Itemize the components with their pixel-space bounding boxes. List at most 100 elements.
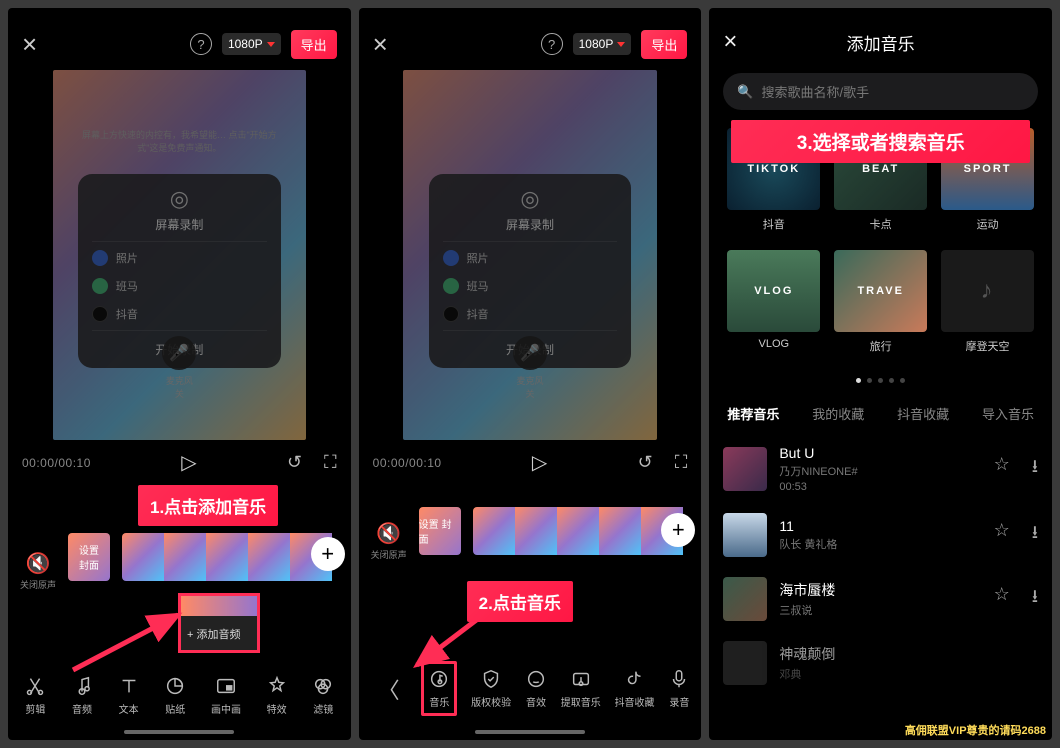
sheet-title: 屏幕录制 (92, 216, 267, 233)
song-row[interactable]: 11 队长 黄礼格 ☆⭳ (723, 503, 1038, 567)
set-cover-chip[interactable]: 设置 封面 (68, 533, 110, 581)
screenshot-step-2: × ? 1080P 导出 ◎ 屏幕录制 照片 班马 抖音 开始录制 🎤 麦克风 … (359, 8, 702, 740)
export-button[interactable]: 导出 (291, 30, 337, 59)
watermark-text: 高佣联盟VIP尊贵的请码2688 (905, 722, 1046, 738)
download-icon[interactable]: ⭳ (1032, 520, 1038, 550)
editor-topbar: × ? 1080P 导出 (359, 8, 702, 70)
tool-audio[interactable]: 音频 (71, 675, 93, 716)
mic-icon[interactable]: 🎤 (162, 336, 196, 370)
help-icon[interactable]: ? (190, 33, 212, 55)
song-artist: 乃万NINEONE# (779, 463, 981, 479)
editor-topbar: × ? 1080P 导出 (8, 8, 351, 70)
close-icon[interactable]: × (723, 28, 737, 56)
tool-copyright[interactable]: 版权校验 (471, 668, 511, 709)
search-input[interactable]: 🔍 搜索歌曲名称/歌手 (723, 73, 1038, 110)
set-cover-chip[interactable]: 设置 封面 (419, 507, 461, 555)
undo-icon[interactable]: ↺ (287, 452, 302, 473)
carousel-dots[interactable] (709, 362, 1052, 392)
video-preview: 屏幕上方快速的内控有，我希望能… 点击"开始方式"这是免费声通知。 ◎ 屏幕录制… (53, 70, 307, 440)
sheet-row-bema[interactable]: 班马 (92, 272, 267, 300)
tab-recommended[interactable]: 推荐音乐 (727, 404, 779, 423)
mic-label: 麦克风 关 (53, 374, 307, 400)
add-clip-button[interactable]: + (311, 537, 345, 571)
close-icon[interactable]: × (373, 29, 388, 60)
callout-step-1: 1.点击添加音乐 (138, 485, 278, 526)
play-icon[interactable]: ▷ (181, 450, 196, 475)
fullscreen-icon[interactable]: ⛶ (675, 452, 688, 473)
song-cover (723, 641, 767, 685)
song-name: 神魂颠倒 (779, 644, 1038, 664)
favorite-icon[interactable]: ☆ (994, 520, 1010, 550)
screenshot-step-1: × ? 1080P 导出 屏幕上方快速的内控有，我希望能… 点击"开始方式"这是… (8, 8, 351, 740)
favorite-icon[interactable]: ☆ (994, 454, 1010, 484)
download-icon[interactable]: ⭳ (1032, 454, 1038, 484)
song-cover (723, 447, 767, 491)
sheet-row-douyin[interactable]: 抖音 (443, 300, 618, 328)
page-title: 添加音乐 (847, 30, 915, 55)
sheet-row-bema[interactable]: 班马 (443, 272, 618, 300)
tool-extract[interactable]: 提取音乐 (561, 668, 601, 709)
category-card-vlog[interactable]: VLOGVLOG (727, 250, 820, 354)
song-artist: 队长 黄礼格 (779, 536, 981, 552)
song-duration: 00:53 (779, 481, 981, 493)
home-indicator (124, 730, 234, 734)
search-icon: 🔍 (737, 84, 753, 100)
mute-original-audio[interactable]: 🔇关闭原声 (371, 521, 407, 561)
tool-sfx[interactable]: 音效 (525, 668, 547, 709)
sheet-row-douyin[interactable]: 抖音 (92, 300, 267, 328)
tool-text[interactable]: 文本 (118, 675, 140, 716)
back-icon[interactable]: 〈 (370, 673, 408, 705)
mute-original-audio[interactable]: 🔇关闭原声 (20, 551, 56, 591)
song-row[interactable]: 海市蜃楼 三叔说 ☆ ⭳ (723, 567, 1038, 631)
category-card-modern-sky[interactable]: ♪摩登天空 (941, 250, 1034, 354)
close-icon[interactable]: × (22, 29, 37, 60)
broadcast-icon: ◎ (443, 186, 618, 212)
callout-step-3: 3.选择或者搜索音乐 (731, 120, 1030, 163)
time-display: 00:00/00:10 (22, 456, 91, 470)
category-card-travel[interactable]: TRAVE旅行 (834, 250, 927, 354)
broadcast-icon: ◎ (92, 186, 267, 212)
undo-icon[interactable]: ↺ (638, 452, 653, 473)
song-row[interactable]: 神魂颠倒 邓典 (723, 631, 1038, 695)
tool-fx[interactable]: 特效 (266, 675, 288, 716)
tool-filter[interactable]: 滤镜 (312, 675, 334, 716)
music-tabs: 推荐音乐 我的收藏 抖音收藏 导入音乐 (709, 392, 1052, 431)
search-placeholder: 搜索歌曲名称/歌手 (762, 82, 870, 101)
favorite-icon[interactable]: ☆ (994, 584, 1010, 614)
song-name: But U (779, 445, 981, 461)
tool-pip[interactable]: 画中画 (211, 675, 241, 716)
tool-sticker[interactable]: 贴纸 (164, 675, 186, 716)
play-icon[interactable]: ▷ (532, 450, 547, 475)
preview-hint-text: 屏幕上方快速的内控有，我希望能… 点击"开始方式"这是免费声通知。 (78, 129, 281, 154)
fullscreen-icon[interactable]: ⛶ (324, 452, 337, 473)
playback-bar: 00:00/00:10 ▷ ↺ ⛶ (8, 440, 351, 485)
sheet-title: 屏幕录制 (443, 216, 618, 233)
song-artist: 邓典 (779, 666, 1038, 682)
video-preview: ◎ 屏幕录制 照片 班马 抖音 开始录制 🎤 麦克风 关 (403, 70, 657, 440)
playback-bar: 00:00/00:10 ▷ ↺ ⛶ (359, 440, 702, 485)
sheet-row-photo[interactable]: 照片 (443, 244, 618, 272)
song-name: 海市蜃楼 (779, 580, 981, 600)
resolution-picker[interactable]: 1080P (222, 33, 281, 55)
song-list: But U 乃万NINEONE# 00:53 ☆⭳ 11 队长 黄礼格 ☆⭳ 海… (709, 431, 1052, 699)
tool-cut[interactable]: 剪辑 (24, 675, 46, 716)
tab-my-favorites[interactable]: 我的收藏 (812, 404, 864, 423)
tab-import[interactable]: 导入音乐 (982, 404, 1034, 423)
download-icon[interactable]: ⭳ (1032, 584, 1038, 614)
time-display: 00:00/00:10 (373, 456, 442, 470)
mic-icon[interactable]: 🎤 (513, 336, 547, 370)
tool-record[interactable]: 录音 (668, 668, 690, 709)
song-row[interactable]: But U 乃万NINEONE# 00:53 ☆ ⭳ (723, 435, 1038, 503)
home-indicator (475, 730, 585, 734)
export-button[interactable]: 导出 (641, 30, 687, 59)
tool-dy-fav[interactable]: 抖音收藏 (615, 668, 655, 709)
help-icon[interactable]: ? (541, 33, 563, 55)
resolution-picker[interactable]: 1080P (573, 33, 632, 55)
mic-label: 麦克风 关 (403, 374, 657, 400)
song-artist: 三叔说 (779, 602, 981, 618)
screenshot-step-3: × 添加音乐 🔍 搜索歌曲名称/歌手 3.选择或者搜索音乐 TIKTOK抖音 B… (709, 8, 1052, 740)
sheet-row-photo[interactable]: 照片 (92, 244, 267, 272)
song-cover (723, 513, 767, 557)
tab-douyin-favorites[interactable]: 抖音收藏 (897, 404, 949, 423)
song-cover (723, 577, 767, 621)
